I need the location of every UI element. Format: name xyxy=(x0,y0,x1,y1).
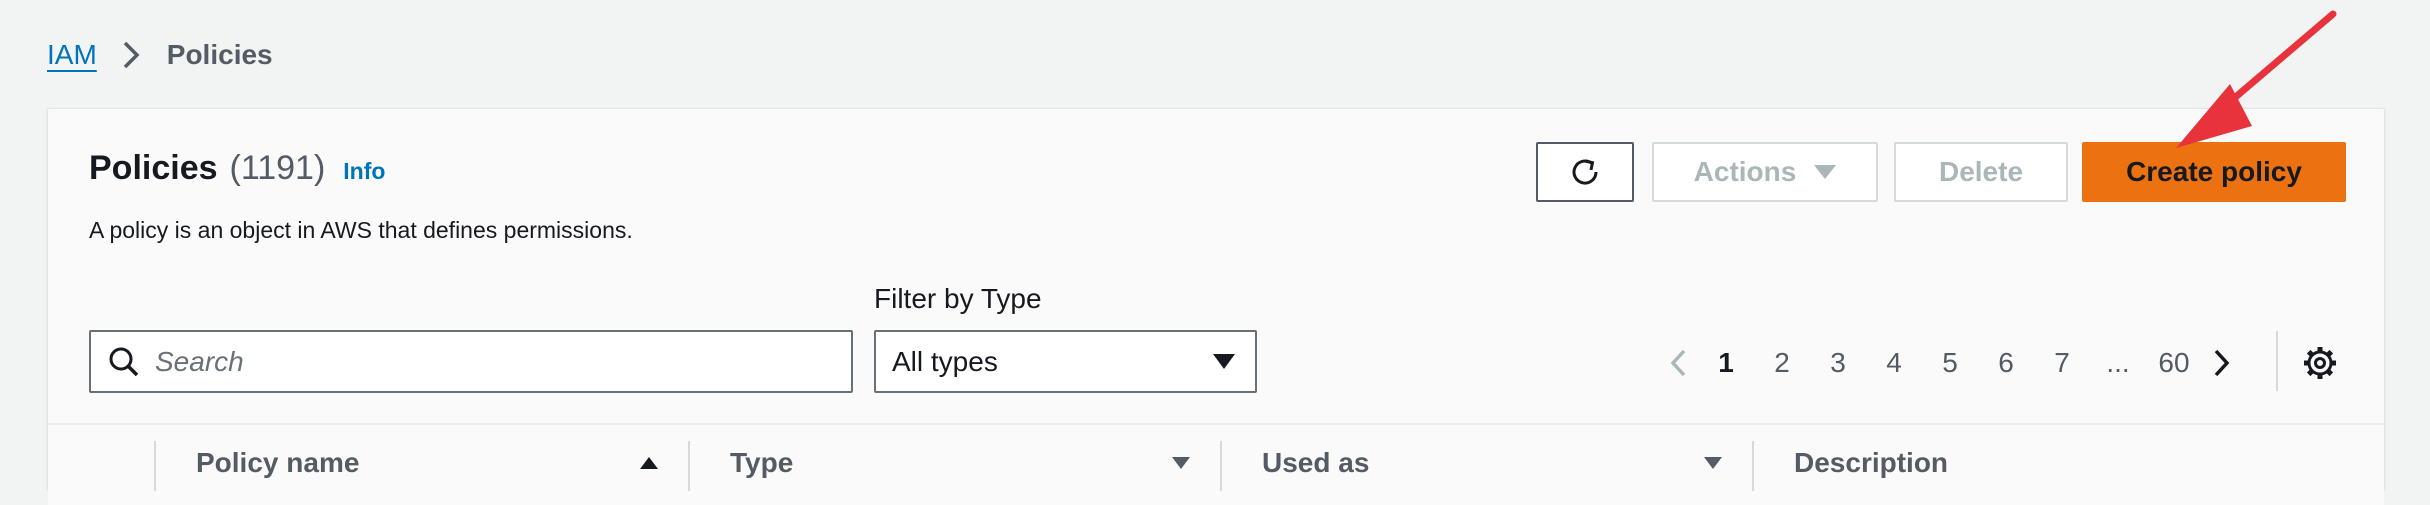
column-divider xyxy=(154,441,156,491)
refresh-button[interactable] xyxy=(1536,142,1634,202)
column-header-description[interactable]: Description xyxy=(1794,447,1948,479)
column-divider xyxy=(1752,441,1754,491)
column-header-policy-name[interactable]: Policy name xyxy=(196,447,359,479)
type-filter-value: All types xyxy=(892,345,998,377)
search-input[interactable] xyxy=(153,344,797,379)
breadcrumb-current: Policies xyxy=(166,39,273,70)
panel-header: Policies (1191) Info xyxy=(89,149,385,188)
search-field[interactable] xyxy=(89,330,853,393)
caret-down-icon xyxy=(1814,165,1837,179)
page-ellipsis: ... xyxy=(2106,347,2130,378)
pagination: 1 2 3 4 5 6 7 ... 60 xyxy=(1658,338,2242,388)
pagination-divider xyxy=(2276,331,2278,391)
caret-down-icon xyxy=(1213,354,1235,369)
chevron-right-icon xyxy=(123,41,140,69)
actions-dropdown[interactable]: Actions xyxy=(1652,142,1878,202)
page-description: A policy is an object in AWS that define… xyxy=(89,217,633,243)
page-60[interactable]: 60 xyxy=(2146,347,2202,379)
breadcrumb-iam-link[interactable]: IAM xyxy=(47,39,97,71)
page-2[interactable]: 2 xyxy=(1754,347,1810,379)
search-icon xyxy=(109,347,139,376)
column-divider xyxy=(688,441,690,491)
info-link[interactable]: Info xyxy=(343,158,385,185)
actions-label: Actions xyxy=(1693,156,1797,187)
delete-button[interactable]: Delete xyxy=(1894,142,2068,202)
policies-panel: Policies (1191) Info A policy is an obje… xyxy=(47,108,2385,505)
preferences-button[interactable] xyxy=(2296,339,2344,387)
gear-icon xyxy=(2304,347,2336,379)
refresh-icon xyxy=(1572,159,1598,185)
sort-icon[interactable] xyxy=(1170,455,1192,471)
filter-by-type-label: Filter by Type xyxy=(874,283,1042,314)
column-header-used-as[interactable]: Used as xyxy=(1262,447,1369,479)
chevron-left-icon xyxy=(1670,349,1686,377)
next-page-button[interactable] xyxy=(2202,338,2242,388)
table-header: Policy name Type Used as Description xyxy=(48,423,2384,505)
page-3[interactable]: 3 xyxy=(1810,347,1866,379)
type-filter-select[interactable]: All types xyxy=(874,330,1257,393)
page-6[interactable]: 6 xyxy=(1978,347,2034,379)
policy-count: (1191) xyxy=(229,149,326,187)
chevron-right-icon xyxy=(2214,349,2230,377)
previous-page-button[interactable] xyxy=(1658,338,1698,388)
breadcrumb: IAM Policies xyxy=(47,38,273,72)
sort-ascending-icon[interactable] xyxy=(638,455,660,471)
page-1[interactable]: 1 xyxy=(1698,347,1754,379)
page-7[interactable]: 7 xyxy=(2034,347,2090,379)
create-policy-button[interactable]: Create policy xyxy=(2082,142,2346,202)
page-4[interactable]: 4 xyxy=(1866,347,1922,379)
column-divider xyxy=(1220,441,1222,491)
sort-icon[interactable] xyxy=(1702,455,1724,471)
column-header-type[interactable]: Type xyxy=(730,447,793,479)
page-title: Policies xyxy=(89,149,218,187)
page-5[interactable]: 5 xyxy=(1922,347,1978,379)
